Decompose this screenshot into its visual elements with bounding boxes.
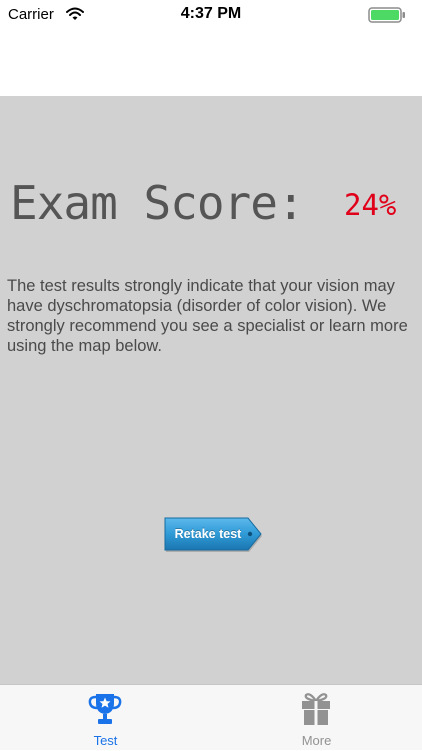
navigation-bar bbox=[0, 30, 422, 96]
result-description: The test results strongly indicate that … bbox=[7, 277, 408, 355]
tab-test[interactable]: Test bbox=[0, 685, 211, 751]
tab-test-label: Test bbox=[93, 733, 118, 748]
exam-score-title: Exam Score: bbox=[10, 176, 305, 230]
gift-icon bbox=[302, 693, 330, 725]
exam-score-value: 24% bbox=[344, 188, 397, 222]
status-bar: Carrier 4:37 PM bbox=[0, 0, 422, 30]
trophy-icon bbox=[88, 694, 122, 724]
status-time: 4:37 PM bbox=[180, 5, 242, 22]
retake-button-label: Retake test bbox=[174, 527, 242, 541]
results-panel: Exam Score: 24% The test results strongl… bbox=[0, 96, 422, 684]
tab-more-label: More bbox=[301, 733, 332, 748]
tab-more[interactable]: More bbox=[211, 685, 422, 751]
battery-icon bbox=[368, 7, 405, 23]
tab-bar: Test More bbox=[0, 684, 422, 750]
retake-test-button[interactable]: Retake test bbox=[162, 516, 264, 554]
